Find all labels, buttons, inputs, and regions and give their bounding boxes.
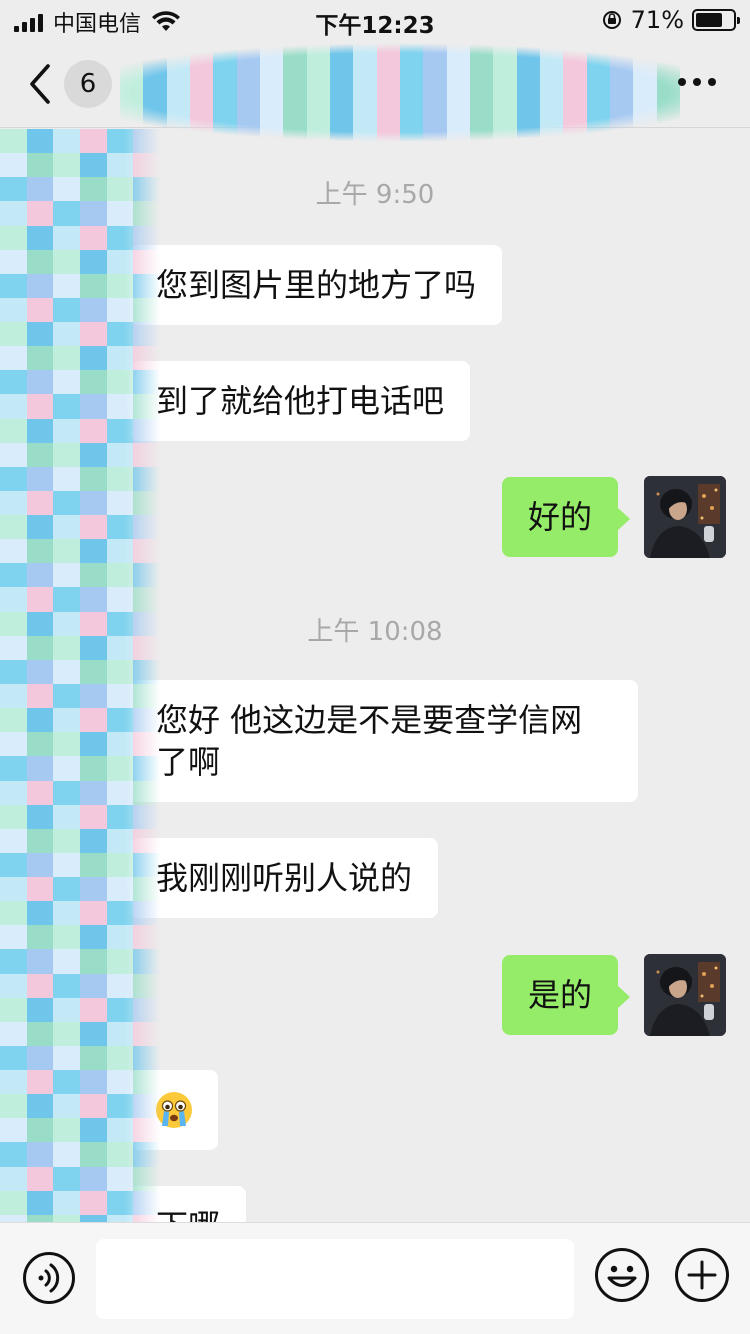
incoming-message[interactable]: 到了就给他打电话吧 bbox=[117, 361, 471, 441]
avatar-image bbox=[644, 476, 726, 558]
message-text: 到了就给他打电话吧 bbox=[156, 382, 445, 420]
crying-emoji-icon bbox=[156, 1092, 192, 1128]
message-text-line: 您好 他这边是不是要查学信网 bbox=[156, 701, 583, 739]
redacted-contact-avatar bbox=[0, 129, 160, 1222]
more-button[interactable] bbox=[678, 78, 716, 86]
outgoing-message[interactable]: 好的 bbox=[502, 477, 631, 557]
message-text-line: 了啊 bbox=[156, 743, 221, 781]
self-avatar[interactable] bbox=[644, 954, 726, 1036]
more-dot bbox=[708, 78, 716, 86]
incoming-message[interactable]: 您到图片里的地方了吗 bbox=[117, 245, 503, 325]
orientation-lock-icon bbox=[602, 11, 621, 29]
message-text: 下哪 bbox=[156, 1207, 220, 1222]
emoji-button[interactable] bbox=[594, 1247, 650, 1303]
avatar-image bbox=[644, 954, 726, 1036]
more-dot bbox=[693, 78, 701, 86]
message-input[interactable] bbox=[96, 1239, 574, 1319]
battery-percent: 71% bbox=[630, 6, 684, 34]
message-text: 您到图片里的地方了吗 bbox=[156, 266, 477, 304]
incoming-message[interactable]: 您好 他这边是不是要查学信网 了啊 bbox=[118, 680, 638, 802]
message-text: 好的 bbox=[528, 498, 593, 536]
outgoing-message[interactable]: 是的 bbox=[502, 955, 631, 1035]
more-dot bbox=[678, 78, 686, 86]
more-functions-button[interactable] bbox=[674, 1247, 730, 1303]
redacted-chat-title bbox=[120, 32, 680, 142]
message-text: 是的 bbox=[528, 976, 593, 1014]
back-button[interactable] bbox=[26, 62, 56, 106]
voice-button[interactable] bbox=[22, 1251, 76, 1305]
battery-level bbox=[696, 13, 722, 27]
chat-header: 6 bbox=[0, 32, 750, 142]
message-text: 我刚刚听别人说的 bbox=[156, 859, 413, 897]
battery-icon bbox=[692, 9, 740, 31]
message-list[interactable]: 上午 9:50 您到图片里的地方了吗 到了就给他打电话吧 好的 上午 10:08… bbox=[0, 129, 750, 1222]
input-bar bbox=[0, 1222, 750, 1334]
unread-count-badge[interactable]: 6 bbox=[64, 60, 112, 108]
self-avatar[interactable] bbox=[644, 476, 726, 558]
incoming-message[interactable]: 我刚刚听别人说的 bbox=[117, 838, 439, 918]
